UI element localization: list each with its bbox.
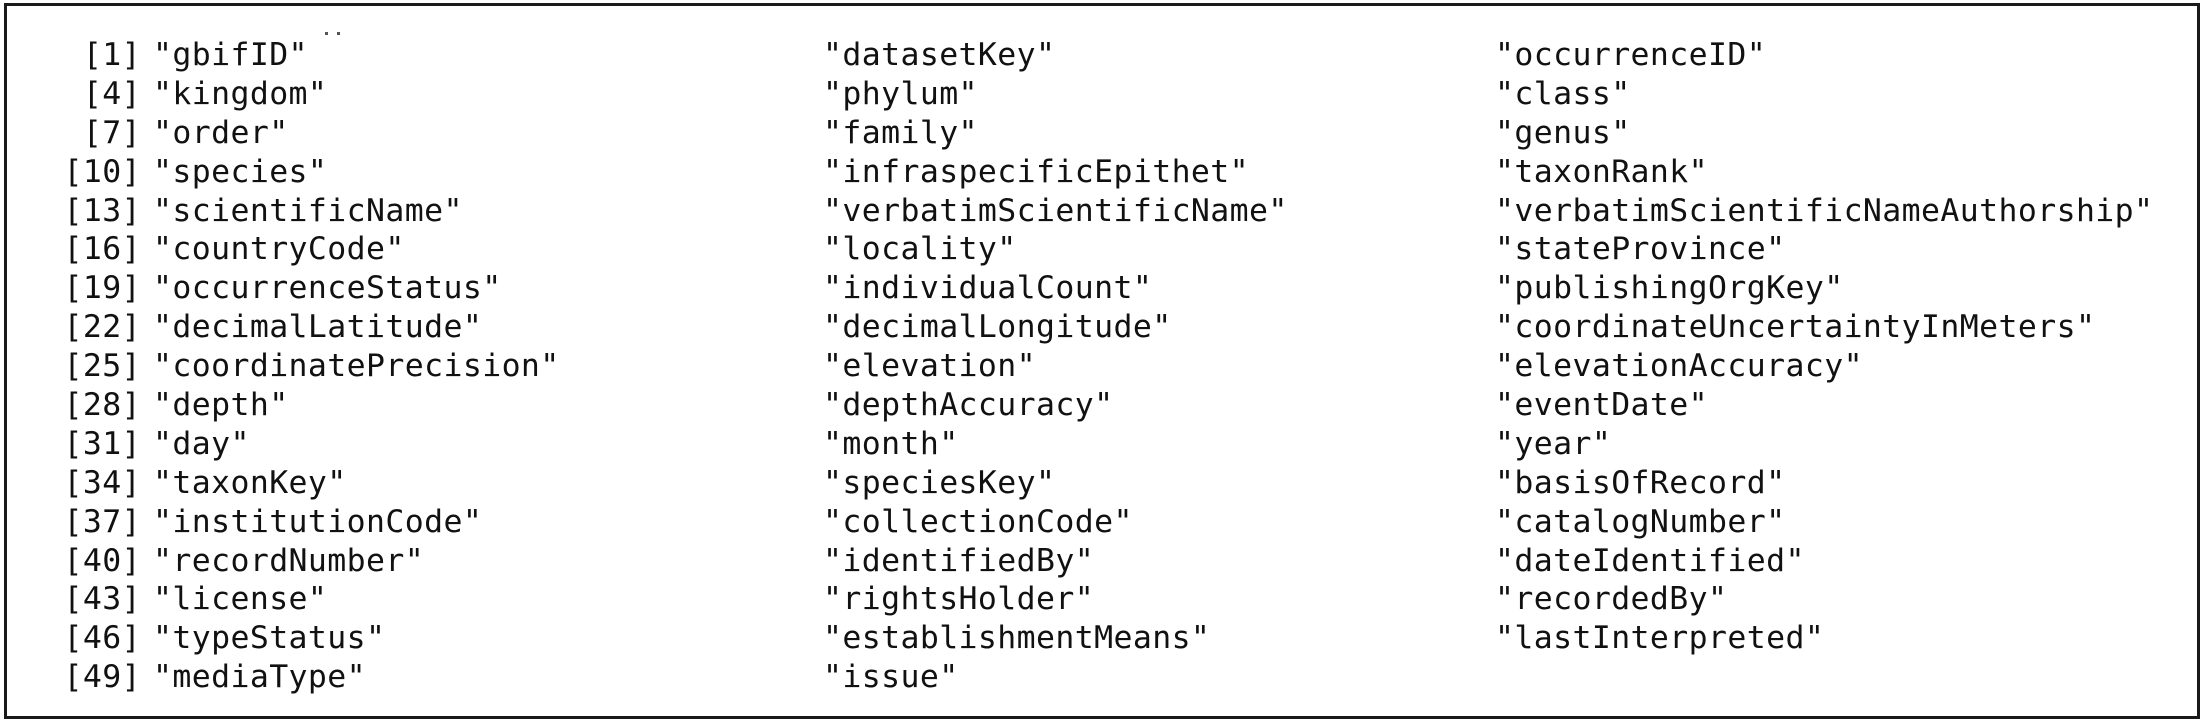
column-name-value: "kingdom" xyxy=(153,75,328,112)
output-line: [22] "decimalLatitude" "decimalLongitude" "… xyxy=(55,308,2195,347)
vector-index-label: [19] xyxy=(63,270,141,307)
vector-index-label: [46] xyxy=(63,620,141,657)
column-name-value: "verbatimScientificName" xyxy=(823,192,1288,229)
column-name-value: "decimalLongitude" xyxy=(823,309,1172,346)
column-name-value: "individualCount" xyxy=(823,270,1153,307)
vector-index-label: [1] xyxy=(82,37,141,73)
column-name-value: "elevation" xyxy=(823,348,1037,385)
vector-index-label: [13] xyxy=(63,192,141,229)
vector-index-label: [34] xyxy=(63,464,141,501)
column-name-value: "species" xyxy=(153,153,328,190)
vector-index-label: [22] xyxy=(63,309,141,346)
column-name-value: "dateIdentified" xyxy=(1495,542,1805,579)
column-name-value: "genus" xyxy=(1495,114,1631,151)
column-name-value: "month" xyxy=(823,425,959,462)
vector-index-label: [4] xyxy=(82,75,141,112)
console-output-panel: [1] "gbifID" "datasetKey" "occurrenceID" [4]… xyxy=(4,3,2200,719)
column-name-value: "taxonKey" xyxy=(153,464,347,501)
stray-mark xyxy=(337,32,340,35)
output-line: [16] "countryCode" "locality" "stateProvinc… xyxy=(55,230,2195,269)
output-line: [31] "day" "month" "year" xyxy=(55,425,2195,464)
output-line: [28] "depth" "depthAccuracy" "eventDate" xyxy=(55,386,2195,425)
output-line: [37] "institutionCode" "collectionCode" "ca… xyxy=(55,503,2195,542)
column-name-value: "gbifID" xyxy=(153,37,308,73)
column-name-value: "order" xyxy=(153,114,289,151)
output-line: [13] "scientificName" "verbatimScientificN… xyxy=(55,192,2195,231)
vector-index-label: [37] xyxy=(63,503,141,540)
column-name-value: "datasetKey" xyxy=(823,37,1056,73)
output-line: [43] "license" "rightsHolder" "recordedBy" xyxy=(55,580,2195,619)
vector-index-label: [43] xyxy=(63,581,141,618)
vector-index-label: [7] xyxy=(82,114,141,151)
column-name-value: "occurrenceID" xyxy=(1495,37,1767,73)
column-name-value: "typeStatus" xyxy=(153,620,386,657)
column-name-value: "scientificName" xyxy=(153,192,463,229)
column-name-value: "institutionCode" xyxy=(153,503,483,540)
column-name-value: "class" xyxy=(1495,75,1631,112)
column-name-value: "issue" xyxy=(823,659,959,696)
output-line: [4] "kingdom" "phylum" "class" xyxy=(55,75,2195,114)
vector-index-label: [25] xyxy=(63,348,141,385)
column-name-value: "verbatimScientificNameAuthorship" xyxy=(1495,192,2154,229)
vector-index-label: [31] xyxy=(63,425,141,462)
output-line: [1] "gbifID" "datasetKey" "occurrenceID" xyxy=(55,36,2195,75)
column-name-value: "license" xyxy=(153,581,328,618)
column-name-value: "countryCode" xyxy=(153,231,405,268)
console-output-text: [1] "gbifID" "datasetKey" "occurrenceID" [4]… xyxy=(55,36,2195,697)
vector-index-label: [28] xyxy=(63,387,141,424)
column-name-value: "depthAccuracy" xyxy=(823,387,1114,424)
column-name-value: "stateProvince" xyxy=(1495,231,1786,268)
column-name-value: "basisOfRecord" xyxy=(1495,464,1786,501)
column-name-value: "year" xyxy=(1495,425,1612,462)
output-line: [46] "typeStatus" "establishmentMeans" "las… xyxy=(55,619,2195,658)
vector-index-label: [16] xyxy=(63,231,141,268)
column-name-value: "phylum" xyxy=(823,75,978,112)
vector-index-label: [10] xyxy=(63,153,141,190)
column-name-value: "elevationAccuracy" xyxy=(1495,348,1863,385)
column-name-value: "day" xyxy=(153,425,250,462)
stray-mark xyxy=(325,32,328,35)
output-line: [25] "coordinatePrecision" "elevation" "ele… xyxy=(55,347,2195,386)
column-name-value: "speciesKey" xyxy=(823,464,1056,501)
column-name-value: "publishingOrgKey" xyxy=(1495,270,1844,307)
column-name-value: "occurrenceStatus" xyxy=(153,270,502,307)
column-name-value: "coordinateUncertaintyInMeters" xyxy=(1495,309,2096,346)
output-line: [40] "recordNumber" "identifiedBy" "dateIde… xyxy=(55,542,2195,581)
column-name-value: "taxonRank" xyxy=(1495,153,1709,190)
column-name-value: "mediaType" xyxy=(153,659,367,696)
column-name-value: "identifiedBy" xyxy=(823,542,1095,579)
column-name-value: "depth" xyxy=(153,387,289,424)
output-line: [10] "species" "infraspecificEpithet" "taxo… xyxy=(55,153,2195,192)
vector-index-label: [49] xyxy=(63,659,141,696)
output-line: [49] "mediaType" "issue" xyxy=(55,658,2195,697)
column-name-value: "lastInterpreted" xyxy=(1495,620,1825,657)
column-name-value: "eventDate" xyxy=(1495,387,1709,424)
output-line: [7] "order" "family" "genus" xyxy=(55,114,2195,153)
column-name-value: "establishmentMeans" xyxy=(823,620,1211,657)
column-name-value: "collectionCode" xyxy=(823,503,1133,540)
output-line: [34] "taxonKey" "speciesKey" "basisOfRecord… xyxy=(55,464,2195,503)
column-name-value: "family" xyxy=(823,114,978,151)
column-name-value: "infraspecificEpithet" xyxy=(823,153,1250,190)
column-name-value: "decimalLatitude" xyxy=(153,309,483,346)
column-name-value: "coordinatePrecision" xyxy=(153,348,560,385)
vector-index-label: [40] xyxy=(63,542,141,579)
column-name-value: "catalogNumber" xyxy=(1495,503,1786,540)
column-name-value: "recordNumber" xyxy=(153,542,425,579)
output-line: [19] "occurrenceStatus" "individualCount" "… xyxy=(55,269,2195,308)
column-name-value: "recordedBy" xyxy=(1495,581,1728,618)
column-name-value: "locality" xyxy=(823,231,1017,268)
column-name-value: "rightsHolder" xyxy=(823,581,1095,618)
